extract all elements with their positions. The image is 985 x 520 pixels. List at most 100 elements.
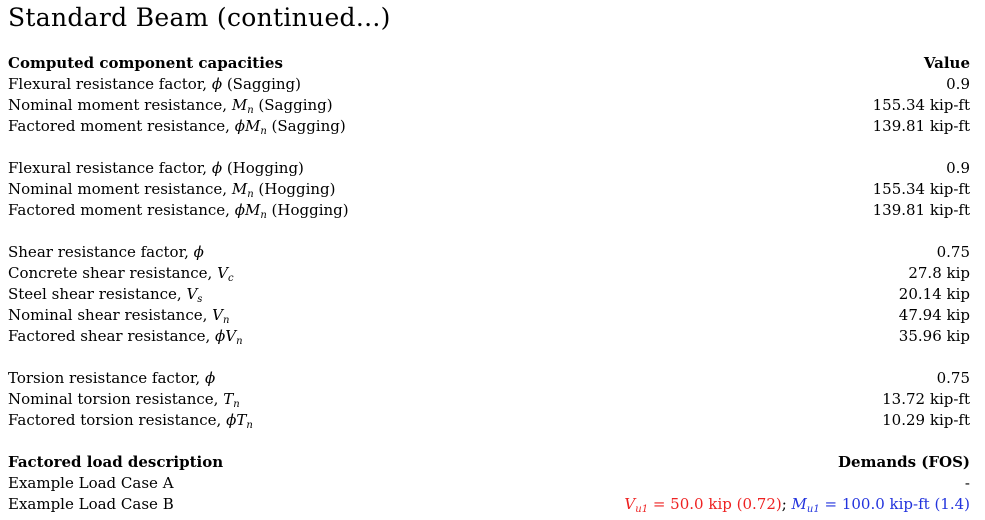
capacity-value: 0.9 (946, 75, 970, 93)
capacity-row: Nominal moment resistance, Mn (Hogging) 1… (8, 179, 970, 200)
capacity-symbol: V (217, 264, 228, 282)
capacity-label-text: Concrete shear resistance, (8, 264, 218, 282)
capacity-symbol: ϕT (226, 411, 247, 429)
shear-demand-subscript: u1 (635, 504, 649, 515)
capacity-symbol: V (186, 285, 198, 303)
capacity-label: Factored torsion resistance, ϕTn (8, 410, 253, 431)
capacity-label-text: Factored shear resistance, (8, 327, 216, 345)
capacity-label-text: Nominal moment resistance, (8, 180, 232, 198)
load-case-a-demand: - (964, 474, 970, 492)
moment-demand-text: = 100.0 kip-ft (1.4) (819, 495, 970, 513)
capacity-symbol: T (223, 390, 234, 408)
capacity-label: Concrete shear resistance, Vc (8, 263, 234, 284)
capacity-row: Nominal moment resistance, Mn (Sagging) 1… (8, 95, 970, 116)
capacity-row: Nominal torsion resistance, Tn 13.72 kip-… (8, 389, 970, 410)
load-case-a-label: Example Load Case A (8, 474, 174, 492)
capacity-symbol: M (231, 180, 248, 198)
capacity-label-suffix: (Hogging) (253, 180, 336, 198)
capacity-label-text: Factored moment resistance, (8, 117, 235, 135)
capacity-value: 27.8 kip (908, 264, 970, 282)
moment-demand: Mu1 = 100.0 kip-ft (1.4) (791, 495, 970, 515)
capacity-value: 139.81 kip-ft (872, 201, 970, 219)
capacity-label: Flexural resistance factor, ϕ (Hogging) (8, 158, 304, 179)
capacity-symbol-subscript: s (197, 294, 203, 305)
capacity-label-suffix: (Hogging) (222, 159, 304, 177)
capacity-value: 13.72 kip-ft (882, 390, 970, 408)
capacity-value: 35.96 kip (898, 327, 970, 345)
shear-demand-text: = 50.0 kip (0.72) (648, 495, 782, 513)
capacity-symbol: ϕV (215, 327, 237, 345)
capacity-row: Flexural resistance factor, ϕ (Sagging) 0… (8, 74, 970, 95)
shear-demand-symbol: V (624, 495, 636, 513)
capacity-symbol-subscript: c (227, 273, 234, 284)
capacity-label-text: Steel shear resistance, (8, 285, 187, 303)
capacity-label-text: Flexural resistance factor, (8, 75, 212, 93)
capacity-symbol-subscript: n (246, 420, 253, 431)
capacity-groups: Flexural resistance factor, ϕ (Sagging) 0… (8, 74, 970, 431)
page-title: Standard Beam (continued...) (8, 3, 391, 32)
capacity-value: 0.75 (936, 369, 970, 387)
capacity-label-suffix: (Sagging) (266, 117, 346, 135)
capacity-label: Factored moment resistance, ϕMn (Hogging… (8, 200, 349, 221)
capacity-value: 155.34 kip-ft (872, 96, 970, 114)
load-case-b-label: Example Load Case B (8, 495, 174, 513)
capacity-row: Torsion resistance factor, ϕ 0.75 (8, 368, 970, 389)
capacity-value: 10.29 kip-ft (882, 411, 970, 429)
moment-demand-symbol: M (791, 495, 807, 513)
capacity-value: 0.9 (946, 159, 970, 177)
capacity-symbol: ϕ (211, 159, 223, 177)
capacity-label: Nominal moment resistance, Mn (Sagging) (8, 95, 333, 116)
capacity-label-suffix: (Hogging) (266, 201, 349, 219)
capacity-label: Factored shear resistance, ϕVn (8, 326, 243, 347)
capacity-value: 139.81 kip-ft (872, 117, 970, 135)
shear-demand: Vu1 = 50.0 kip (0.72) (624, 495, 782, 515)
capacity-label: Nominal shear resistance, Vn (8, 305, 229, 326)
report-page: Standard Beam (continued...) Computed co… (8, 0, 970, 515)
capacity-row: Concrete shear resistance, Vc 27.8 kip (8, 263, 970, 284)
load-case-b-demand: Vu1 = 50.0 kip (0.72); Mu1 = 100.0 kip-f… (624, 494, 970, 515)
demand-separator: ; (781, 495, 792, 513)
capacity-symbol-subscript: n (233, 399, 240, 410)
capacity-label: Nominal moment resistance, Mn (Hogging) (8, 179, 336, 200)
capacity-label: Factored moment resistance, ϕMn (Sagging… (8, 116, 346, 137)
loads-header-label: Factored load description (8, 453, 224, 471)
loads-header-value: Demands (FOS) (838, 453, 970, 471)
capacity-symbol: V (212, 306, 223, 324)
capacity-symbol-subscript: n (223, 315, 230, 326)
capacity-symbol: ϕM (234, 201, 261, 219)
capacity-label-text: Factored torsion resistance, (8, 411, 227, 429)
capacity-label: Shear resistance factor, ϕ (8, 242, 204, 263)
capacities-header-label: Computed component capacities (8, 54, 283, 72)
capacity-label-text: Nominal shear resistance, (8, 306, 213, 324)
load-case-row: Example Load Case A - (8, 473, 970, 494)
capacity-label-suffix: (Sagging) (222, 75, 302, 93)
capacity-label-text: Shear resistance factor, (8, 243, 194, 261)
capacity-symbol: ϕM (234, 117, 261, 135)
moment-demand-subscript: u1 (806, 504, 820, 515)
capacity-label: Torsion resistance factor, ϕ (8, 368, 215, 389)
capacity-label: Steel shear resistance, Vs (8, 284, 202, 305)
capacity-symbol: ϕ (204, 369, 216, 387)
capacity-value: 0.75 (936, 243, 970, 261)
capacity-value: 20.14 kip (898, 285, 970, 303)
capacity-symbol: M (231, 96, 248, 114)
capacity-symbol-subscript: n (236, 336, 243, 347)
capacity-label: Flexural resistance factor, ϕ (Sagging) (8, 74, 301, 95)
capacity-row: Factored shear resistance, ϕVn 35.96 kip (8, 326, 970, 347)
loads-header-row: Factored load description Demands (FOS) (8, 452, 970, 473)
capacity-row: Factored moment resistance, ϕMn (Hogging… (8, 200, 970, 221)
capacity-label: Nominal torsion resistance, Tn (8, 389, 240, 410)
capacity-row: Steel shear resistance, Vs 20.14 kip (8, 284, 970, 305)
capacity-row: Flexural resistance factor, ϕ (Hogging) 0… (8, 158, 970, 179)
load-case-row: Example Load Case B Vu1 = 50.0 kip (0.72… (8, 494, 970, 515)
capacity-row: Nominal shear resistance, Vn 47.94 kip (8, 305, 970, 326)
capacity-value: 155.34 kip-ft (872, 180, 970, 198)
capacity-row: Factored torsion resistance, ϕTn 10.29 ki… (8, 410, 970, 431)
capacity-label-text: Torsion resistance factor, (8, 369, 205, 387)
capacity-label-text: Factored moment resistance, (8, 201, 235, 219)
capacity-label-text: Nominal torsion resistance, (8, 390, 224, 408)
